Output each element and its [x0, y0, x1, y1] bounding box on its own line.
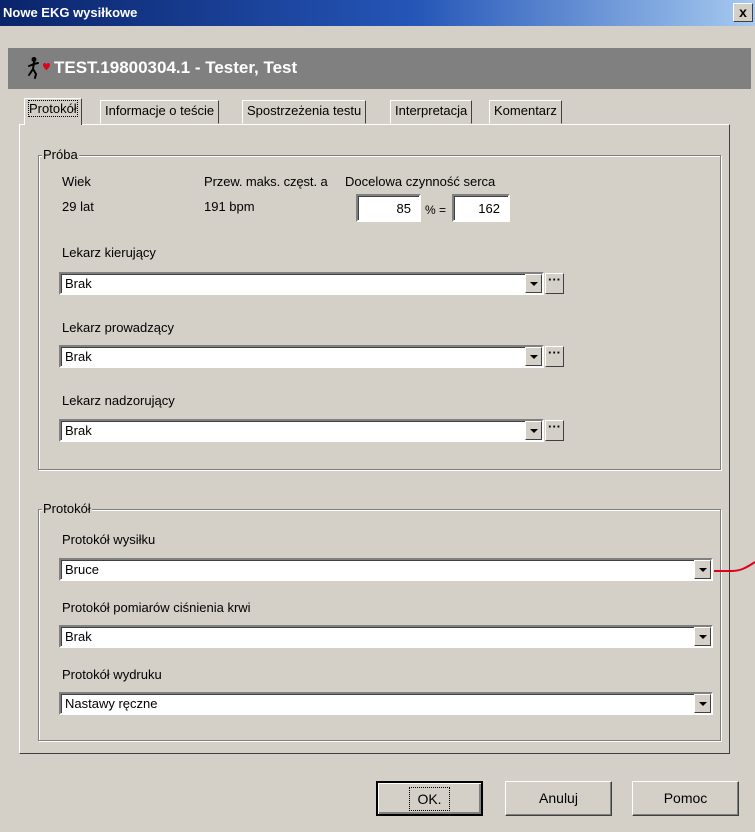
close-button[interactable]: x — [733, 3, 753, 22]
annotation-line — [714, 561, 755, 572]
ok-button-label: OK. — [409, 787, 450, 811]
chevron-down-icon[interactable] — [694, 627, 711, 646]
tab-informacje-o-tescie[interactable]: Informacje o teście — [100, 100, 220, 124]
supervising-physician-label: Lekarz nadzorujący — [62, 393, 175, 408]
bp-protocol-value: Brak — [65, 629, 92, 644]
supervising-physician-browse-button[interactable]: ··· — [545, 420, 564, 441]
tab-strip: Protokół Informacje o teście Spostrzeżen… — [0, 98, 755, 126]
max-hr-label: Przew. maks. częst. a — [204, 174, 328, 189]
supervising-physician-value: Brak — [65, 423, 92, 438]
tab-informacje-label: Informacje o teście — [105, 103, 215, 118]
exercise-protocol-value: Bruce — [65, 562, 99, 577]
patient-banner: TEST.19800304.1 - Tester, Test — [8, 48, 751, 89]
chevron-down-icon[interactable] — [694, 560, 711, 579]
attending-physician-select[interactable]: Brak — [59, 345, 544, 368]
group-proba-legend: Próba — [42, 147, 79, 162]
age-label: Wiek — [62, 174, 91, 189]
supervising-physician-select[interactable]: Brak — [59, 419, 544, 442]
exercise-protocol-label: Protokół wysiłku — [62, 532, 156, 547]
tab-protokol[interactable]: Protokół — [24, 98, 82, 125]
tab-protokol-label: Protokół — [28, 100, 78, 117]
attending-physician-browse-button[interactable]: ··· — [545, 346, 564, 367]
chevron-down-icon[interactable] — [525, 421, 542, 440]
patient-name: TEST.19800304.1 - Tester, Test — [54, 58, 298, 77]
close-icon: x — [739, 4, 747, 20]
age-value: 29 lat — [62, 199, 94, 214]
target-percent-input[interactable]: 85 — [356, 194, 421, 222]
referring-physician-value: Brak — [65, 276, 92, 291]
print-protocol-label: Protokół wydruku — [62, 667, 162, 682]
tab-komentarz-label: Komentarz — [494, 103, 557, 118]
referring-physician-select[interactable]: Brak — [59, 272, 544, 295]
print-protocol-value: Nastawy ręczne — [65, 696, 158, 711]
group-protocol-legend: Protokół — [42, 501, 92, 516]
cancel-button[interactable]: Anuluj — [505, 781, 612, 816]
exercise-protocol-select[interactable]: Bruce — [59, 558, 713, 581]
chevron-down-icon[interactable] — [525, 347, 542, 366]
target-hr-input[interactable]: 162 — [452, 194, 510, 222]
target-hr-label: Docelowa czynność serca — [345, 174, 496, 189]
print-protocol-select[interactable]: Nastawy ręczne — [59, 692, 713, 715]
tab-spostrzezenia-testu[interactable]: Spostrzeżenia testu — [242, 100, 367, 124]
chevron-down-icon[interactable] — [525, 274, 542, 293]
percent-equals-label: % = — [425, 203, 447, 217]
bp-protocol-select[interactable]: Brak — [59, 625, 713, 648]
tab-spostrzezenia-label: Spostrzeżenia testu — [247, 103, 362, 118]
tab-komentarz[interactable]: Komentarz — [489, 100, 562, 124]
tab-interpretacja-label: Interpretacja — [395, 103, 468, 118]
window-title-bar[interactable]: Nowe EKG wysiłkowe x — [0, 0, 755, 26]
chevron-down-icon[interactable] — [694, 694, 711, 713]
help-button[interactable]: Pomoc — [632, 781, 739, 816]
runner-heart-icon — [28, 57, 50, 79]
ok-button[interactable]: OK. — [376, 781, 483, 816]
attending-physician-label: Lekarz prowadzący — [62, 320, 174, 335]
window-title: Nowe EKG wysiłkowe — [3, 5, 138, 20]
attending-physician-value: Brak — [65, 349, 92, 364]
referring-physician-label: Lekarz kierujący — [62, 245, 156, 260]
tab-interpretacja[interactable]: Interpretacja — [390, 100, 473, 124]
max-hr-value: 191 bpm — [204, 199, 255, 214]
bp-protocol-label: Protokół pomiarów ciśnienia krwi — [62, 600, 251, 615]
referring-physician-browse-button[interactable]: ··· — [545, 273, 564, 294]
